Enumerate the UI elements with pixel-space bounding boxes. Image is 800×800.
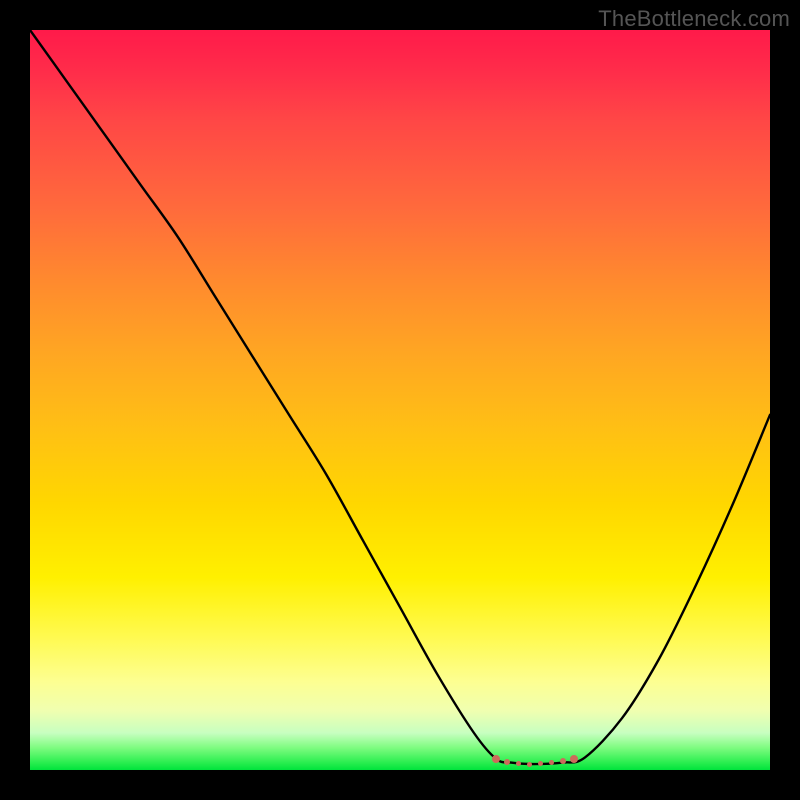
plot-area bbox=[30, 30, 770, 770]
bottleneck-curve bbox=[30, 30, 770, 764]
valley-marker bbox=[560, 758, 566, 764]
chart-frame: TheBottleneck.com bbox=[0, 0, 800, 800]
curve-layer bbox=[30, 30, 770, 770]
valley-marker bbox=[516, 761, 521, 766]
valley-marker bbox=[538, 761, 543, 766]
watermark-text: TheBottleneck.com bbox=[598, 6, 790, 32]
valley-marker bbox=[527, 762, 532, 767]
valley-marker bbox=[570, 755, 578, 763]
